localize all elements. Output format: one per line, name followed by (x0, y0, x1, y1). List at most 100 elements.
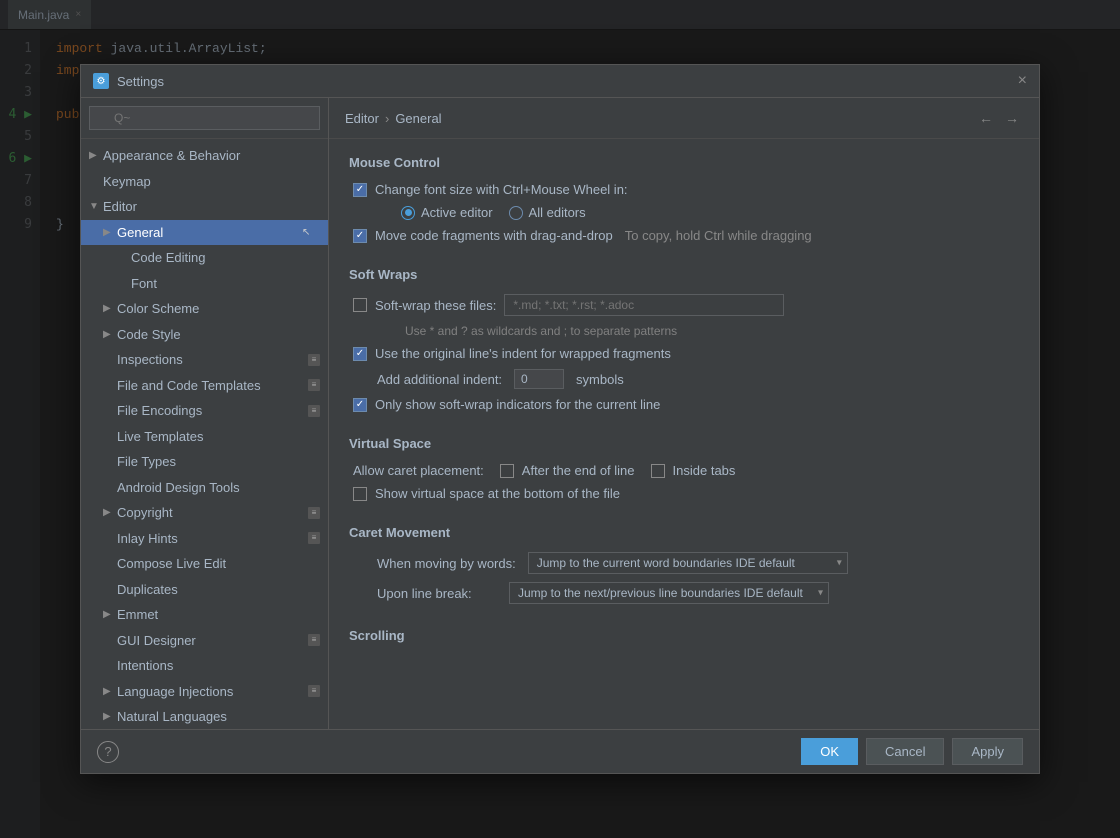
dialog-title-left: ⚙ Settings (93, 73, 164, 89)
breadcrumb-current: General (395, 111, 441, 126)
search-input[interactable] (89, 106, 320, 130)
dialog-body: 🔍 ▶ Appearance & Behavior Keymap (81, 98, 1039, 729)
nav-back-button[interactable]: ← (975, 108, 997, 128)
tree-label-general: General (117, 223, 302, 243)
tree-item-android-design-tools[interactable]: Android Design Tools (81, 475, 328, 501)
nav-forward-button[interactable]: → (1001, 108, 1023, 128)
allow-caret-row: Allow caret placement: After the end of … (349, 463, 1019, 478)
tree-item-duplicates[interactable]: Duplicates (81, 577, 328, 603)
tree-item-code-editing[interactable]: Code Editing (81, 245, 328, 271)
left-panel: 🔍 ▶ Appearance & Behavior Keymap (81, 98, 329, 729)
move-code-label: Move code fragments with drag-and-drop (375, 228, 613, 243)
tree-item-keymap[interactable]: Keymap (81, 169, 328, 195)
tree-label-duplicates: Duplicates (117, 580, 320, 600)
tree-item-natural-languages[interactable]: ▶ Natural Languages (81, 704, 328, 729)
all-editors-radio[interactable]: All editors (509, 205, 586, 220)
cancel-button[interactable]: Cancel (866, 738, 944, 765)
tree-label-inlay-hints: Inlay Hints (117, 529, 304, 549)
tree-item-intentions[interactable]: Intentions (81, 653, 328, 679)
tree-item-color-scheme[interactable]: ▶ Color Scheme (81, 296, 328, 322)
tree-item-font[interactable]: Font (81, 271, 328, 297)
active-editor-radio-btn[interactable] (401, 206, 415, 220)
tree-item-editor[interactable]: ▼ Editor (81, 194, 328, 220)
copyright-badge: ≡ (308, 507, 320, 519)
tree-label-font: Font (131, 274, 320, 294)
all-editors-radio-btn[interactable] (509, 206, 523, 220)
tree-arrow-emmet: ▶ (103, 607, 117, 622)
only-show-indicators-checkbox[interactable]: ✓ (353, 398, 367, 412)
file-encodings-badge: ≡ (308, 405, 320, 417)
tree-label-live-templates: Live Templates (117, 427, 320, 447)
tree-item-language-injections[interactable]: ▶ Language Injections ≡ (81, 679, 328, 705)
tree-item-general[interactable]: ▶ General ↖ (81, 220, 328, 246)
tree-arrow-language-injections: ▶ (103, 684, 117, 699)
tree-item-file-encodings[interactable]: File Encodings ≡ (81, 398, 328, 424)
when-moving-row: When moving by words: Jump to the curren… (349, 552, 1019, 574)
when-moving-label: When moving by words: (377, 556, 516, 571)
add-indent-input[interactable] (514, 369, 564, 389)
soft-wrap-files-checkbox[interactable] (353, 298, 367, 312)
inside-tabs-checkbox[interactable] (651, 464, 665, 478)
tree-arrow-natural-languages: ▶ (103, 709, 117, 724)
when-moving-select[interactable]: Jump to the current word boundaries IDE … (528, 552, 848, 574)
tree-label-keymap: Keymap (103, 172, 320, 192)
tree-arrow-general: ▶ (103, 225, 117, 240)
after-end-checkbox[interactable] (500, 464, 514, 478)
tree-item-copyright[interactable]: ▶ Copyright ≡ (81, 500, 328, 526)
right-panel: Editor › General ← → Mouse Control ✓ (329, 98, 1039, 729)
tree-label-file-types: File Types (117, 452, 320, 472)
breadcrumb-separator: › (385, 111, 389, 126)
use-original-indent-label: Use the original line's indent for wrapp… (375, 346, 671, 361)
soft-wrap-files-label: Soft-wrap these files: (375, 298, 496, 313)
help-button[interactable]: ? (97, 741, 119, 763)
tree-item-file-types[interactable]: File Types (81, 449, 328, 475)
ok-button[interactable]: OK (801, 738, 858, 765)
tree-label-code-editing: Code Editing (131, 248, 320, 268)
tree-item-inlay-hints[interactable]: Inlay Hints ≡ (81, 526, 328, 552)
use-original-indent-row: ✓ Use the original line's indent for wra… (349, 346, 1019, 361)
tree-item-appearance[interactable]: ▶ Appearance & Behavior (81, 143, 328, 169)
footer-right: OK Cancel Apply (801, 738, 1023, 765)
add-indent-row: Add additional indent: symbols (349, 369, 1019, 389)
tree-label-appearance: Appearance & Behavior (103, 146, 320, 166)
tree-item-compose-live-edit[interactable]: Compose Live Edit (81, 551, 328, 577)
tree-label-gui-designer: GUI Designer (117, 631, 304, 651)
editor-scope-radio-group: Active editor All editors (349, 205, 1019, 220)
move-code-checkbox[interactable]: ✓ (353, 229, 367, 243)
tree-label-code-style: Code Style (117, 325, 320, 345)
tree-nav: ▶ Appearance & Behavior Keymap ▼ Editor (81, 139, 328, 729)
change-font-checkbox[interactable]: ✓ (353, 183, 367, 197)
use-original-indent-checkbox[interactable]: ✓ (353, 347, 367, 361)
all-editors-radio-label: All editors (529, 205, 586, 220)
tree-label-inspections: Inspections (117, 350, 304, 370)
upon-line-row: Upon line break: Jump to the next/previo… (349, 582, 1019, 604)
apply-button[interactable]: Apply (952, 738, 1023, 765)
tree-item-inspections[interactable]: Inspections ≡ (81, 347, 328, 373)
tree-item-file-code-templates[interactable]: File and Code Templates ≡ (81, 373, 328, 399)
soft-wrap-files-input[interactable] (504, 294, 784, 316)
active-editor-radio[interactable]: Active editor (401, 205, 493, 220)
show-virtual-space-checkbox[interactable] (353, 487, 367, 501)
breadcrumb-parent: Editor (345, 111, 379, 126)
soft-wraps-section-title: Soft Wraps (349, 267, 1019, 282)
settings-dialog: ⚙ Settings × 🔍 ▶ (80, 64, 1040, 774)
tree-label-file-code-templates: File and Code Templates (117, 376, 304, 396)
upon-line-label: Upon line break: (377, 586, 497, 601)
tree-item-live-templates[interactable]: Live Templates (81, 424, 328, 450)
file-code-templates-badge: ≡ (308, 379, 320, 391)
tree-item-code-style[interactable]: ▶ Code Style (81, 322, 328, 348)
upon-line-select-wrapper: Jump to the next/previous line boundarie… (509, 582, 829, 604)
footer-left: ? (97, 741, 119, 763)
virtual-space-section-title: Virtual Space (349, 436, 1019, 451)
tree-item-gui-designer[interactable]: GUI Designer ≡ (81, 628, 328, 654)
search-box: 🔍 (81, 98, 328, 139)
breadcrumb-nav: ← → (975, 108, 1023, 128)
tree-arrow-appearance: ▶ (89, 148, 103, 163)
tree-label-file-encodings: File Encodings (117, 401, 304, 421)
upon-line-select[interactable]: Jump to the next/previous line boundarie… (509, 582, 829, 604)
dialog-footer: ? OK Cancel Apply (81, 729, 1039, 773)
dialog-close-button[interactable]: × (1018, 73, 1027, 89)
tree-item-emmet[interactable]: ▶ Emmet (81, 602, 328, 628)
divider-1 (349, 251, 1019, 267)
soft-wrap-hint: Use * and ? as wildcards and ; to separa… (349, 324, 1019, 338)
